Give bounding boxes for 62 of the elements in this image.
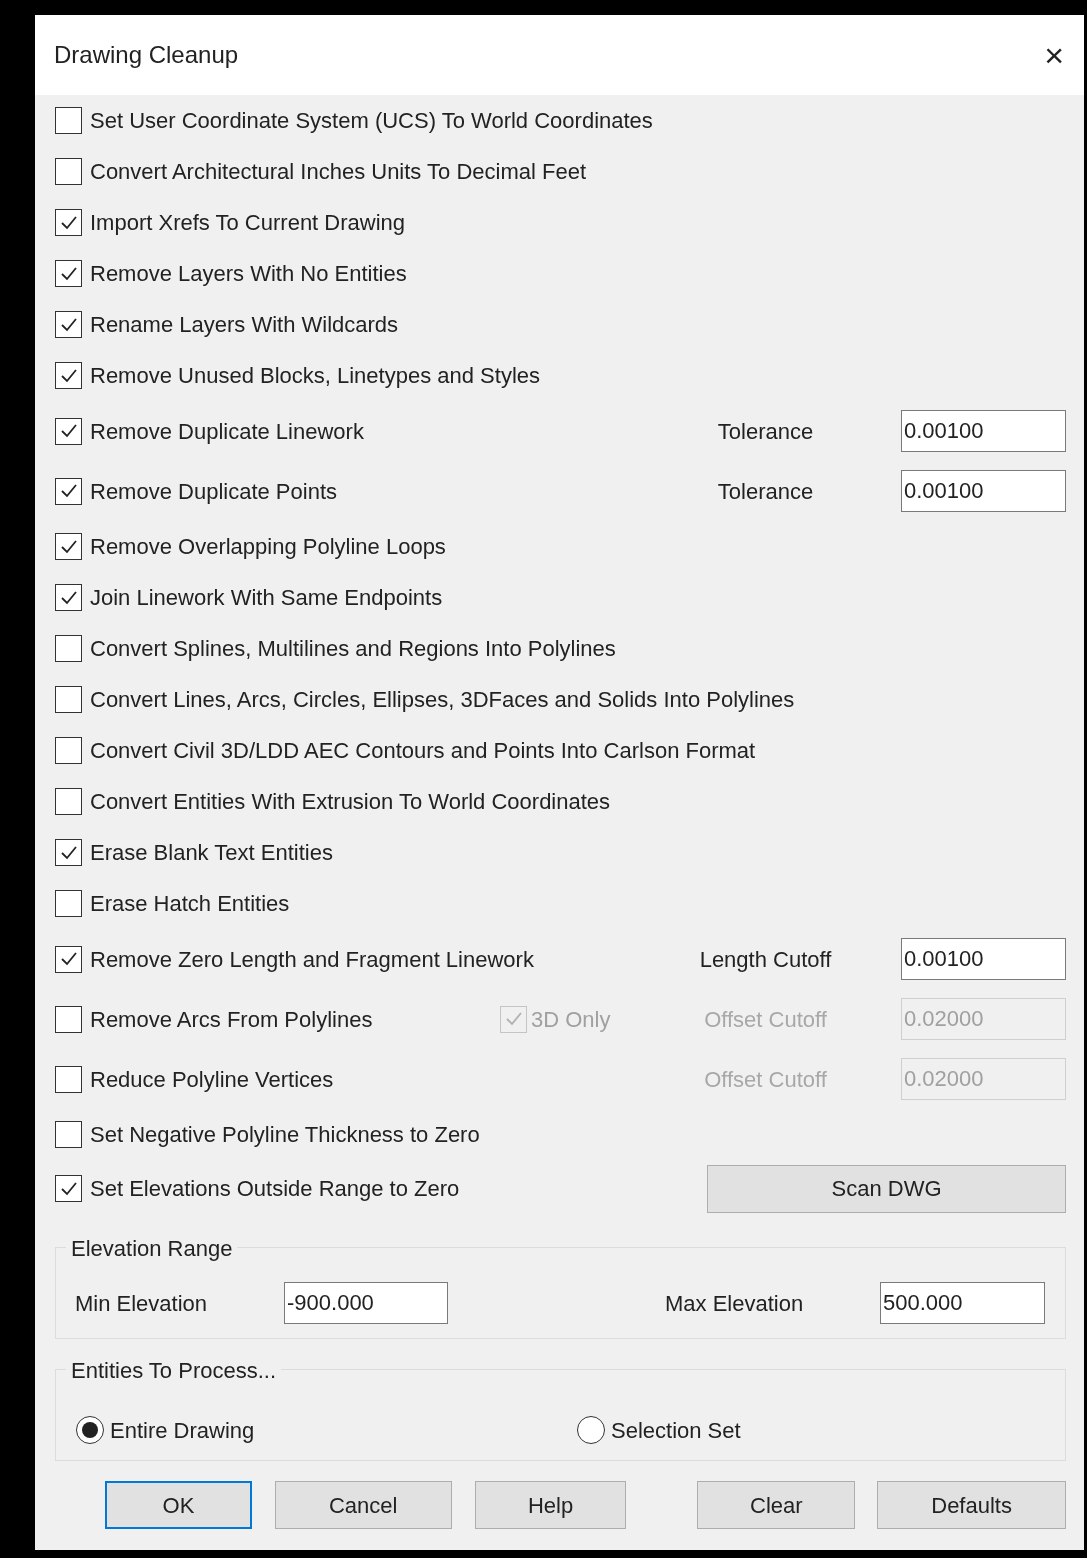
dialog-button[interactable]: Defaults [877, 1481, 1066, 1529]
option-label[interactable]: Import Xrefs To Current Drawing [90, 206, 406, 239]
checkbox[interactable] [55, 890, 82, 917]
option-label[interactable]: Set Negative Polyline Thickness to Zero [90, 1118, 480, 1151]
checkbox[interactable] [55, 260, 82, 287]
radio-button[interactable] [76, 1416, 104, 1444]
dialog-button[interactable]: OK [105, 1481, 252, 1529]
checkbox[interactable] [55, 788, 82, 815]
checkbox[interactable] [55, 584, 82, 611]
scan-dwg-button[interactable]: Scan DWG [707, 1164, 1066, 1213]
option-label[interactable]: Remove Zero Length and Fragment Linework [90, 942, 534, 976]
checkbox[interactable] [55, 839, 82, 866]
number-field[interactable]: 500.000 [880, 1282, 1045, 1324]
checkbox[interactable] [55, 686, 82, 713]
checkbox[interactable] [55, 945, 82, 973]
window-title: Drawing Cleanup [54, 40, 239, 70]
option-label[interactable]: Convert Architectural Inches Units To Decimal Feet [90, 155, 587, 188]
option-label[interactable]: Remove Overlapping Polyline Loops [90, 530, 446, 563]
dialog-button[interactable]: Help [474, 1481, 627, 1529]
field-label: Max Elevation [665, 1289, 805, 1318]
field-label: Length Cutoff [699, 945, 832, 974]
close-button[interactable]: × [1044, 38, 1064, 72]
number-field[interactable]: -900.000 [284, 1282, 448, 1324]
option-label[interactable]: Convert Entities With Extrusion To World Coordinates [90, 785, 611, 818]
checkbox[interactable] [55, 477, 82, 505]
dialog-button[interactable]: Clear [697, 1481, 856, 1529]
option-label[interactable]: Join Linework With Same Endpoints [90, 581, 443, 614]
radio-label[interactable]: Selection Set [611, 1413, 741, 1447]
radio-button[interactable] [577, 1416, 605, 1444]
option-label[interactable]: Rename Layers With Wildcards [90, 308, 399, 341]
number-field[interactable]: 0.00100 [901, 410, 1066, 452]
option-label[interactable]: Set User Coordinate System (UCS) To World Coordinates [90, 104, 653, 137]
option-label[interactable]: Remove Duplicate Linework [90, 414, 364, 448]
option-label[interactable]: Convert Civil 3D/LDD AEC Contours and Points Into Carlson Format [90, 734, 756, 767]
option-label[interactable]: Remove Layers With No Entities [90, 257, 407, 290]
checkbox[interactable] [55, 1121, 82, 1148]
option-label[interactable]: Remove Duplicate Points [90, 474, 337, 508]
field-label: Tolerance [717, 417, 814, 446]
checkbox[interactable] [55, 107, 82, 134]
field-label: Offset Cutoff [704, 1005, 827, 1034]
number-field[interactable]: 0.00100 [901, 938, 1066, 980]
checkbox[interactable] [55, 417, 82, 445]
number-field[interactable]: 0.00100 [901, 470, 1066, 512]
checkbox[interactable] [55, 311, 82, 338]
field-label: Tolerance [717, 477, 814, 506]
option-label[interactable]: Erase Hatch Entities [90, 887, 290, 920]
option-label[interactable]: Convert Lines, Arcs, Circles, Ellipses, 3DFaces and Solids Into Polylines [90, 683, 795, 716]
checkbox[interactable] [55, 1175, 82, 1202]
checkbox[interactable] [55, 635, 82, 662]
dialog-button[interactable]: Cancel [274, 1481, 452, 1529]
checkbox[interactable] [55, 362, 82, 389]
field-label: Offset Cutoff [704, 1065, 827, 1094]
checkbox[interactable] [55, 158, 82, 185]
checkbox[interactable] [55, 737, 82, 764]
radio-label[interactable]: Entire Drawing [110, 1413, 255, 1447]
option-label[interactable]: Erase Blank Text Entities [90, 836, 333, 869]
option-label[interactable]: Remove Unused Blocks, Linetypes and Styles [90, 359, 540, 392]
checkbox[interactable] [55, 533, 82, 560]
field-label: Min Elevation [75, 1289, 209, 1318]
option-label[interactable]: Set Elevations Outside Range to Zero [90, 1172, 460, 1205]
checkbox[interactable] [55, 209, 82, 236]
option-label[interactable]: Convert Splines, Multilines and Regions Into Polylines [90, 632, 616, 665]
